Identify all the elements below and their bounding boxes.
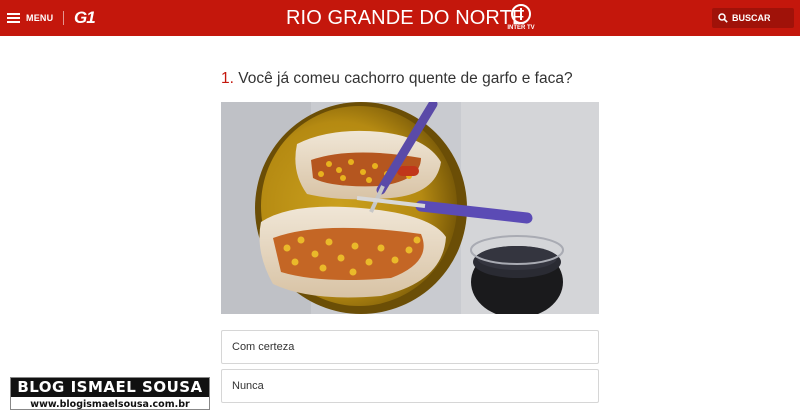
answer-option-nunca[interactable]: Nunca <box>221 369 599 403</box>
question-number: 1. <box>221 70 234 87</box>
menu-button[interactable]: MENU <box>7 0 53 36</box>
search-button[interactable]: BUSCAR <box>712 8 794 28</box>
quiz-question: 1. Você já comeu cachorro quente de garf… <box>221 70 601 88</box>
watermark-url: www.blogismaelsousa.com.br <box>10 398 210 410</box>
hamburger-icon <box>7 13 20 23</box>
search-label: BUSCAR <box>732 13 771 23</box>
answer-option-com-certeza[interactable]: Com certeza <box>221 330 599 364</box>
hot-dog-photo <box>221 102 599 314</box>
inter-tv-logo[interactable]: INTER TV <box>506 4 536 34</box>
watermark-title: BLOG ISMAEL SOUSA <box>10 377 210 397</box>
g1-logo[interactable]: G1 <box>74 9 96 27</box>
top-navigation-bar: MENU G1 RIO GRANDE DO NORTE INTER TV BUS… <box>0 0 800 36</box>
inter-tv-logo-text: INTER TV <box>507 25 535 31</box>
region-title[interactable]: RIO GRANDE DO NORTE <box>286 7 525 29</box>
question-text: Você já comeu cachorro quente de garfo e… <box>238 70 573 87</box>
menu-label: MENU <box>26 13 54 23</box>
header-divider <box>63 11 64 25</box>
inter-tv-logo-icon <box>511 4 531 24</box>
search-icon <box>718 13 728 23</box>
